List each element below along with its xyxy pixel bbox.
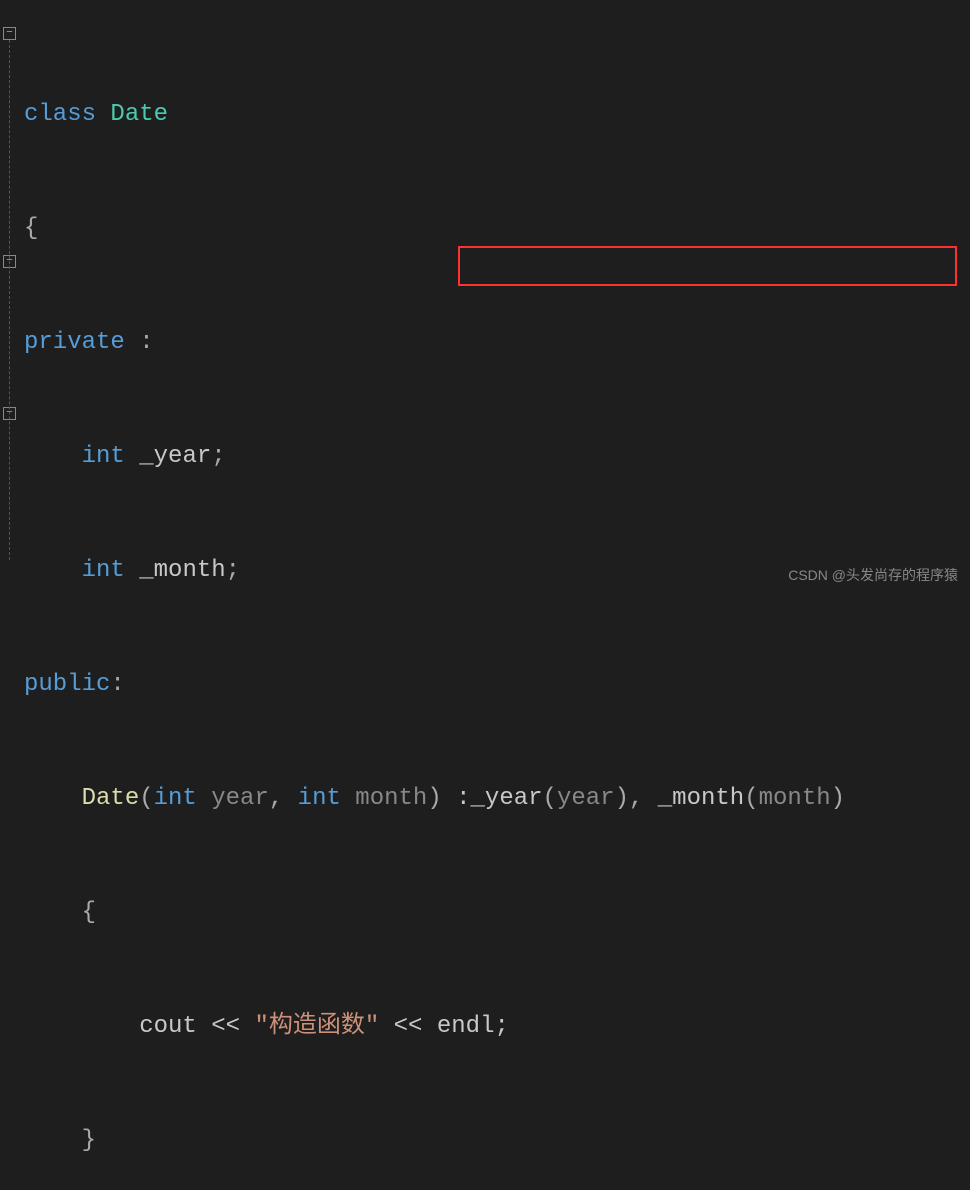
watermark-text: CSDN @头发尚存的程序猿	[788, 565, 958, 585]
code-content[interactable]: class Date { private : int _year; int _m…	[20, 0, 970, 595]
keyword-class: class	[24, 96, 96, 134]
class-name: Date	[110, 96, 168, 134]
highlight-annotation	[458, 246, 957, 286]
constructor-name: Date	[82, 780, 140, 818]
fold-gutter: − − −	[0, 0, 20, 595]
fold-icon-class[interactable]: −	[3, 27, 16, 40]
code-editor: − − − class Date { private : int _year; …	[0, 0, 970, 595]
code-line: int _year;	[24, 438, 970, 476]
fold-line	[9, 40, 10, 560]
code-line: cout << "构造函数" << endl;	[24, 1008, 970, 1046]
code-line: }	[24, 1122, 970, 1160]
string-literal: "构造函数"	[254, 1008, 379, 1046]
code-line: {	[24, 894, 970, 932]
code-line: Date(int year, int month) :_year(year), …	[24, 780, 970, 818]
code-line: public:	[24, 666, 970, 704]
keyword-private: private	[24, 324, 125, 362]
code-line: private :	[24, 324, 970, 362]
keyword-public: public	[24, 666, 110, 704]
init-list: :_year	[442, 780, 543, 818]
code-line: {	[24, 210, 970, 248]
code-line: class Date	[24, 96, 970, 134]
